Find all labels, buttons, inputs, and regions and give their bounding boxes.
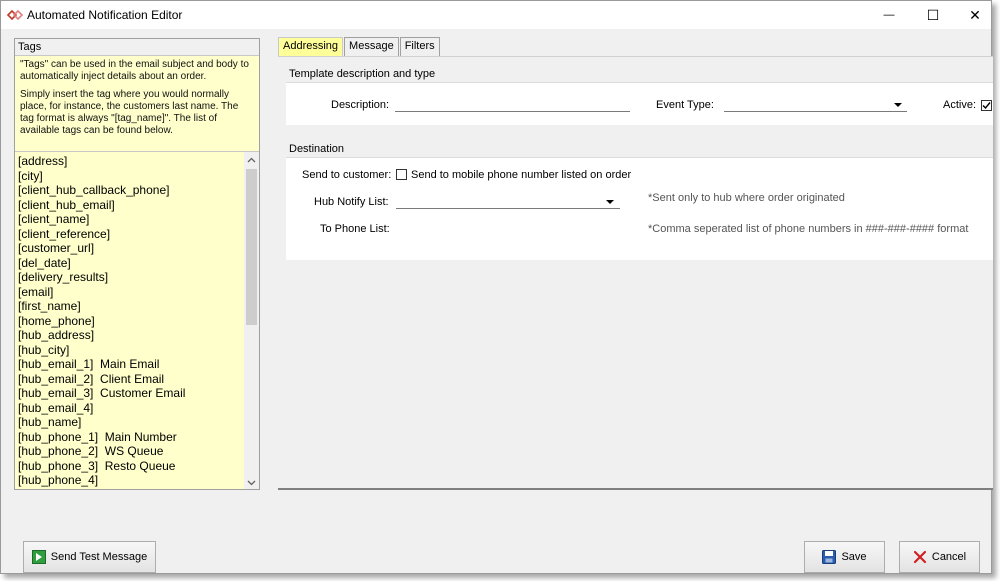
app-logo-icon <box>7 9 23 21</box>
tag-list-item[interactable]: [client_hub_callback_phone] <box>18 183 243 198</box>
description-input[interactable] <box>395 98 630 112</box>
tag-list-item[interactable]: [first_name] <box>18 299 243 314</box>
tags-list-box[interactable]: [address] [city] [client_hub_callback_phon… <box>15 151 259 489</box>
send-mobile-label[interactable]: Send to mobile phone number listed on or… <box>411 169 631 181</box>
close-icon: ✕ <box>969 6 981 23</box>
tab-message[interactable]: Message <box>344 37 399 56</box>
hub-notify-dropdown[interactable] <box>396 195 620 209</box>
cancel-button[interactable]: Cancel <box>899 541 980 573</box>
addressing-tab-panel: Template description and type Descriptio… <box>278 56 993 490</box>
maximize-button[interactable]: ☐ <box>911 1 955 29</box>
close-button[interactable]: ✕ <box>953 1 997 29</box>
minimize-icon: — <box>883 9 895 21</box>
notification-editor-window: Automated Notification Editor — ☐ ✕ Tags… <box>0 0 993 574</box>
tag-list-item[interactable]: [hub_email_1] Main Email <box>18 357 243 372</box>
tag-list-item[interactable]: [hub_email_2] Client Email <box>18 372 243 387</box>
chevron-down-icon <box>247 480 256 485</box>
to-phone-input[interactable] <box>396 222 620 236</box>
hub-notify-note: *Sent only to hub where order originated <box>648 192 845 204</box>
tag-list-item[interactable]: [del_date] <box>18 256 243 271</box>
tag-list-item[interactable]: [customer_url] <box>18 241 243 256</box>
tab-strip: Addressing Message Filters <box>278 37 441 57</box>
tag-list-item[interactable]: [client_reference] <box>18 227 243 242</box>
tags-header: Tags <box>15 39 259 56</box>
scroll-thumb[interactable] <box>246 169 257 325</box>
send-to-customer-label: Send to customer: <box>302 169 392 181</box>
tag-list-item[interactable]: [email] <box>18 285 243 300</box>
send-mobile-checkbox[interactable] <box>396 169 407 180</box>
event-type-chevron-down-icon <box>894 103 902 107</box>
title-bar: Automated Notification Editor — ☐ ✕ <box>1 1 991 29</box>
send-test-message-label: Send Test Message <box>50 551 148 563</box>
tags-description: "Tags" can be used in the email subject … <box>15 56 259 146</box>
cancel-label: Cancel <box>931 551 967 563</box>
event-type-label: Event Type: <box>656 99 714 111</box>
save-disk-icon <box>822 550 837 564</box>
scroll-down-button[interactable] <box>244 475 259 489</box>
tags-description-intro: "Tags" can be used in the email subject … <box>20 59 249 82</box>
template-section-header: Template description and type <box>286 65 993 83</box>
send-test-message-button[interactable]: Send Test Message <box>23 541 156 573</box>
template-section: Template description and type Descriptio… <box>286 65 993 125</box>
to-phone-label: To Phone List: <box>320 223 390 235</box>
to-phone-note: *Comma seperated list of phone numbers i… <box>648 223 969 235</box>
tag-list-item[interactable]: [address] <box>18 154 243 169</box>
chevron-up-icon <box>247 157 256 162</box>
tag-list-item[interactable]: [client_hub_email] <box>18 198 243 213</box>
tag-list-item[interactable]: [home_phone] <box>18 314 243 329</box>
cancel-x-icon <box>913 550 926 564</box>
destination-section-header: Destination <box>286 140 993 158</box>
description-label: Description: <box>331 99 390 111</box>
destination-section: Destination Send to customer: Send to mo… <box>286 140 993 260</box>
tag-list-item[interactable]: [hub_address] <box>18 328 243 343</box>
save-label: Save <box>841 551 867 563</box>
tag-list-item[interactable]: [delivery_results] <box>18 270 243 285</box>
tag-list-item[interactable]: [hub_city] <box>18 343 243 358</box>
tab-addressing[interactable]: Addressing <box>278 37 344 57</box>
tags-description-usage: Simply insert the tag where you would no… <box>20 89 239 136</box>
tag-list-item[interactable]: [hub_name] <box>18 415 243 430</box>
send-arrow-icon <box>31 550 46 564</box>
tags-scrollbar[interactable] <box>244 152 259 489</box>
maximize-icon: ☐ <box>926 6 940 23</box>
tag-list-item[interactable]: [hub_phone_4] <box>18 473 243 488</box>
event-type-dropdown[interactable] <box>724 98 907 112</box>
tag-list-item[interactable]: [hub_email_3] Customer Email <box>18 386 243 401</box>
tag-list-item[interactable]: [hub_phone_2] WS Queue <box>18 444 243 459</box>
check-icon <box>982 102 991 110</box>
tags-panel: Tags "Tags" can be used in the email sub… <box>14 38 260 490</box>
save-button[interactable]: Save <box>804 541 885 573</box>
hub-notify-label: Hub Notify List: <box>314 196 389 208</box>
tag-list-item[interactable]: [hub_phone_3] Resto Queue <box>18 459 243 474</box>
tag-list-item[interactable]: [hub_email_4] <box>18 401 243 416</box>
tags-list: [address] [city] [client_hub_callback_phon… <box>18 154 243 488</box>
tag-list-item[interactable]: [client_name] <box>18 212 243 227</box>
active-label: Active: <box>943 99 977 111</box>
tag-list-item[interactable]: [city] <box>18 169 243 184</box>
window-title: Automated Notification Editor <box>27 8 183 22</box>
hub-notify-chevron-down-icon <box>606 200 614 204</box>
tag-list-item[interactable]: [hub_phone_1] Main Number <box>18 430 243 445</box>
scroll-up-button[interactable] <box>244 152 259 167</box>
minimize-button[interactable]: — <box>867 1 911 29</box>
active-checkbox[interactable] <box>981 100 992 111</box>
tab-filters[interactable]: Filters <box>399 37 440 56</box>
